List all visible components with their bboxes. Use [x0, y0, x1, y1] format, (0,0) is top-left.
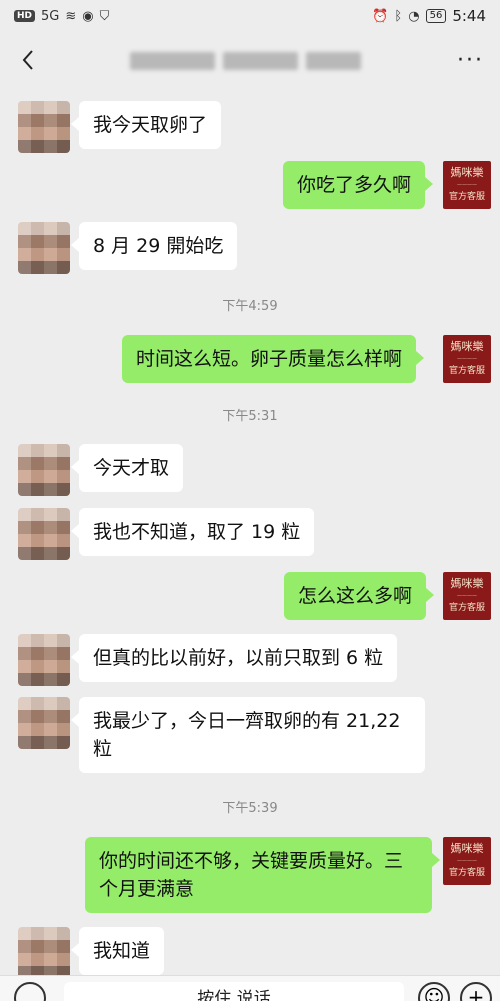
message-bubble-outgoing[interactable]: 时间这么短。卵子质量怎么样啊 [122, 335, 425, 383]
message-bubble-outgoing[interactable]: 你吃了多久啊 [283, 161, 434, 209]
contact-avatar[interactable] [18, 634, 70, 686]
shield-icon: ⛉ [99, 8, 110, 24]
message-bubble-incoming[interactable]: 我最少了，今日一齊取卵的有 21,22 粒 [71, 697, 425, 773]
message-bubble-incoming[interactable]: 我也不知道，取了 19 粒 [70, 508, 315, 556]
plus-icon[interactable]: + [460, 982, 492, 1001]
official-support-avatar[interactable]: 媽咪樂 ———— 官方客服 [443, 837, 491, 885]
status-bar: HD 5G ≋ ◉ ⛉ ⏰ ᛒ ◔ 56 5:44 [0, 0, 500, 32]
input-bar: 按住 说话 ☺ + [0, 975, 500, 1001]
wifi-icon: ≋ [65, 8, 77, 24]
message-bubble-incoming[interactable]: 8 月 29 開始吃 [70, 222, 238, 270]
signal-icon: 5G [41, 8, 60, 24]
contact-avatar[interactable] [18, 444, 70, 496]
divider-line: ———— [457, 182, 477, 188]
divider-line: ———— [457, 858, 477, 864]
contact-avatar[interactable] [18, 222, 70, 274]
contact-avatar[interactable] [18, 508, 70, 560]
speed-icon: ◔ [408, 8, 420, 24]
voice-input-icon[interactable] [14, 982, 46, 1001]
official-support-avatar[interactable]: 媽咪樂 ———— 官方客服 [443, 572, 491, 620]
bluetooth-icon: ᛒ [394, 8, 403, 24]
brand-name: 媽咪樂 [450, 166, 484, 179]
emoji-icon[interactable]: ☺ [418, 982, 450, 1001]
brand-name: 媽咪樂 [450, 577, 484, 590]
chat-title-obscured [130, 52, 380, 72]
divider-line: ———— [457, 593, 477, 599]
message-bubble-outgoing[interactable]: 怎么这么多啊 [284, 572, 435, 620]
support-tag: 官方客服 [448, 603, 485, 613]
official-support-avatar[interactable]: 媽咪樂 ———— 官方客服 [443, 335, 491, 383]
status-time: 5:44 [452, 7, 486, 25]
contact-avatar[interactable] [18, 697, 70, 749]
more-options-icon[interactable]: ··· [457, 48, 484, 73]
eye-icon: ◉ [82, 8, 94, 24]
brand-name: 媽咪樂 [450, 340, 484, 353]
back-icon[interactable] [16, 48, 40, 72]
hd-badge: HD [14, 10, 36, 22]
support-tag: 官方客服 [448, 868, 485, 878]
message-bubble-outgoing[interactable]: 你的时间还不够，关键要质量好。三个月更满意 [85, 837, 440, 913]
divider-line: ———— [457, 356, 477, 362]
official-support-avatar[interactable]: 媽咪樂 ———— 官方客服 [443, 161, 491, 209]
battery-icon: 56 [425, 9, 447, 23]
support-tag: 官方客服 [448, 192, 485, 202]
contact-avatar[interactable] [18, 101, 70, 153]
message-bubble-incoming[interactable]: 但真的比以前好，以前只取到 6 粒 [70, 634, 398, 682]
message-timestamp: 下午4:59 [222, 299, 278, 314]
message-bubble-incoming[interactable]: 我今天取卵了 [70, 101, 222, 149]
message-bubble-incoming[interactable]: 我知道 [70, 927, 165, 975]
chat-header: ··· [0, 32, 500, 88]
contact-avatar[interactable] [18, 927, 70, 979]
alarm-icon: ⏰ [372, 8, 389, 24]
message-bubble-incoming[interactable]: 今天才取 [70, 444, 184, 492]
hold-to-talk-button[interactable]: 按住 说话 [64, 982, 404, 1001]
message-timestamp: 下午5:39 [222, 801, 278, 816]
support-tag: 官方客服 [448, 366, 485, 376]
brand-name: 媽咪樂 [450, 842, 484, 855]
message-timestamp: 下午5:31 [222, 409, 278, 424]
